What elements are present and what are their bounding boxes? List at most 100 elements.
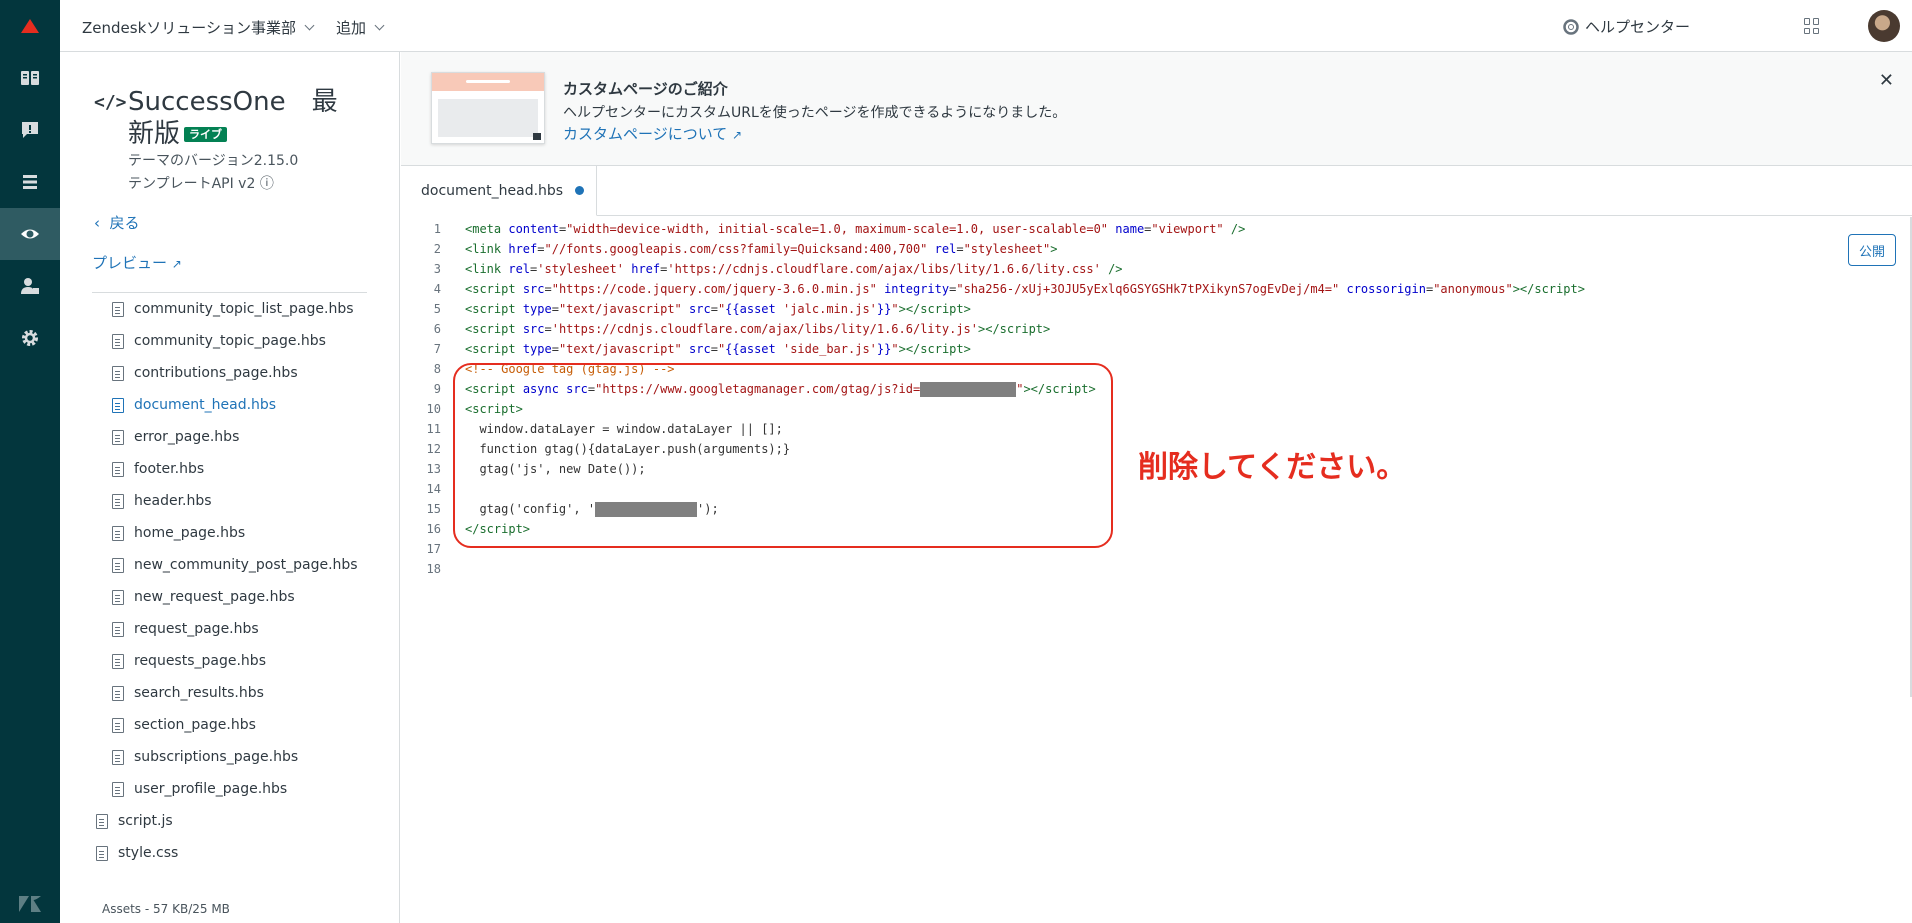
file-item[interactable]: new_community_post_page.hbs [112, 557, 358, 573]
file-icon [112, 781, 124, 797]
arrange-icon[interactable] [0, 156, 60, 208]
file-item[interactable]: script.js [96, 813, 173, 829]
file-name: community_topic_page.hbs [134, 333, 326, 349]
template-api: テンプレートAPI v2 ⓘ [128, 176, 274, 192]
lifebuoy-icon [1563, 18, 1579, 35]
file-item[interactable]: search_results.hbs [112, 685, 264, 701]
file-item[interactable]: requests_page.hbs [112, 653, 266, 669]
file-item[interactable]: community_topic_page.hbs [112, 333, 326, 349]
tab-document-head[interactable]: document_head.hbs [401, 166, 597, 216]
code-line[interactable]: <script src='https://cdnjs.cloudflare.co… [465, 319, 1050, 339]
line-number: 10 [426, 402, 441, 416]
file-name: section_page.hbs [134, 717, 256, 733]
live-badge: ライブ [184, 127, 228, 142]
file-item[interactable]: contributions_page.hbs [112, 365, 298, 381]
code-line[interactable]: <meta content="width=device-width, initi… [465, 219, 1245, 239]
add-label: 追加 [336, 19, 367, 37]
zendesk-footer-logo-icon [19, 896, 41, 912]
file-name: user_profile_page.hbs [134, 781, 288, 797]
file-name: contributions_page.hbs [134, 365, 298, 381]
banner-link[interactable]: カスタムページについて ↗ [563, 123, 742, 144]
line-number: 2 [433, 242, 441, 256]
file-icon [112, 685, 124, 701]
file-icon [112, 301, 124, 317]
line-number: 16 [426, 522, 441, 536]
settings-icon[interactable] [0, 312, 60, 364]
preview-label: プレビュー [92, 254, 168, 272]
file-item[interactable]: community_topic_list_page.hbs [112, 301, 354, 317]
line-number: 8 [433, 362, 441, 376]
annotation-text: 削除してください。 [1138, 450, 1407, 485]
file-name: subscriptions_page.hbs [134, 749, 299, 765]
publish-button[interactable]: 公開 [1848, 234, 1896, 266]
file-item[interactable]: footer.hbs [112, 461, 204, 477]
avatar[interactable] [1868, 10, 1900, 42]
file-item[interactable]: subscriptions_page.hbs [112, 749, 298, 765]
file-item[interactable]: user_profile_page.hbs [112, 781, 287, 797]
code-editor[interactable]: 1 <meta content="width=device-width, init… [401, 217, 1912, 923]
file-icon [112, 333, 124, 349]
custom-page-illustration [431, 72, 545, 144]
file-item[interactable]: error_page.hbs [112, 429, 239, 445]
file-item[interactable]: style.css [96, 845, 178, 861]
file-name: request_page.hbs [134, 621, 259, 637]
brand-switcher[interactable]: Zendeskソリューション事業部 [82, 17, 315, 38]
editor-tab-bar: document_head.hbs [401, 166, 1912, 216]
theme-version: テーマのバージョン2.15.0 [128, 153, 299, 169]
back-label: 戻る [109, 214, 140, 232]
chevron-down-icon [304, 20, 315, 31]
file-name: header.hbs [134, 493, 212, 509]
user-permissions-icon[interactable] [0, 260, 60, 312]
file-icon [112, 397, 124, 413]
file-item-active[interactable]: document_head.hbs [112, 397, 276, 413]
theme-title: SuccessOne 最新版 ライブ [128, 86, 358, 150]
view-icon[interactable] [0, 208, 60, 260]
line-number: 12 [426, 442, 441, 456]
line-number: 14 [426, 482, 441, 496]
line-number: 1 [433, 222, 441, 236]
file-name: community_topic_list_page.hbs [134, 301, 354, 317]
file-item[interactable]: request_page.hbs [112, 621, 259, 637]
line-number: 9 [433, 382, 441, 396]
file-icon [112, 717, 124, 733]
code-line[interactable]: <link rel='stylesheet' href='https://cdn… [465, 259, 1123, 279]
file-item[interactable]: home_page.hbs [112, 525, 245, 541]
product-tray-icon[interactable] [1804, 18, 1820, 34]
file-name: requests_page.hbs [134, 653, 266, 669]
external-link-icon: ↗ [732, 128, 743, 142]
code-line[interactable]: <script type="text/javascript" src="{{as… [465, 299, 971, 319]
file-item[interactable]: new_request_page.hbs [112, 589, 295, 605]
add-menu[interactable]: 追加 [336, 17, 385, 38]
line-number: 15 [426, 502, 441, 516]
file-icon [112, 525, 124, 541]
banner-text: ヘルプセンターにカスタムURLを使ったページを作成できるようになりました。 [563, 105, 1067, 121]
zendesk-logo-icon[interactable] [0, 0, 60, 52]
code-line[interactable]: <link href="//fonts.googleapis.com/css?f… [465, 239, 1058, 259]
file-item[interactable]: header.hbs [112, 493, 212, 509]
file-name: new_community_post_page.hbs [134, 557, 358, 573]
file-name: error_page.hbs [134, 429, 240, 445]
file-name: document_head.hbs [134, 397, 277, 413]
file-icon [112, 429, 124, 445]
code-line[interactable]: <script type="text/javascript" src="{{as… [465, 339, 971, 359]
annotation-highlight-box [453, 363, 1113, 548]
brand-name: Zendeskソリューション事業部 [82, 19, 296, 37]
chevron-down-icon [374, 20, 385, 31]
close-icon[interactable]: ✕ [1879, 70, 1894, 91]
file-name: home_page.hbs [134, 525, 246, 541]
file-icon [112, 653, 124, 669]
file-name: new_request_page.hbs [134, 589, 295, 605]
file-item[interactable]: section_page.hbs [112, 717, 256, 733]
line-number: 7 [433, 342, 441, 356]
help-center-link[interactable]: ヘルプセンター [1563, 16, 1690, 37]
feedback-icon[interactable] [0, 104, 60, 156]
line-number: 5 [433, 302, 441, 316]
preview-link[interactable]: プレビュー ↗ [92, 252, 182, 273]
banner-title: カスタムページのご紹介 [563, 80, 728, 98]
guide-icon[interactable] [0, 52, 60, 104]
back-link[interactable]: ‹ 戻る [94, 212, 140, 233]
code-line[interactable]: <script src="https://code.jquery.com/jqu… [465, 279, 1585, 299]
line-number: 18 [426, 562, 441, 576]
line-number: 13 [426, 462, 441, 476]
file-icon [112, 557, 124, 573]
